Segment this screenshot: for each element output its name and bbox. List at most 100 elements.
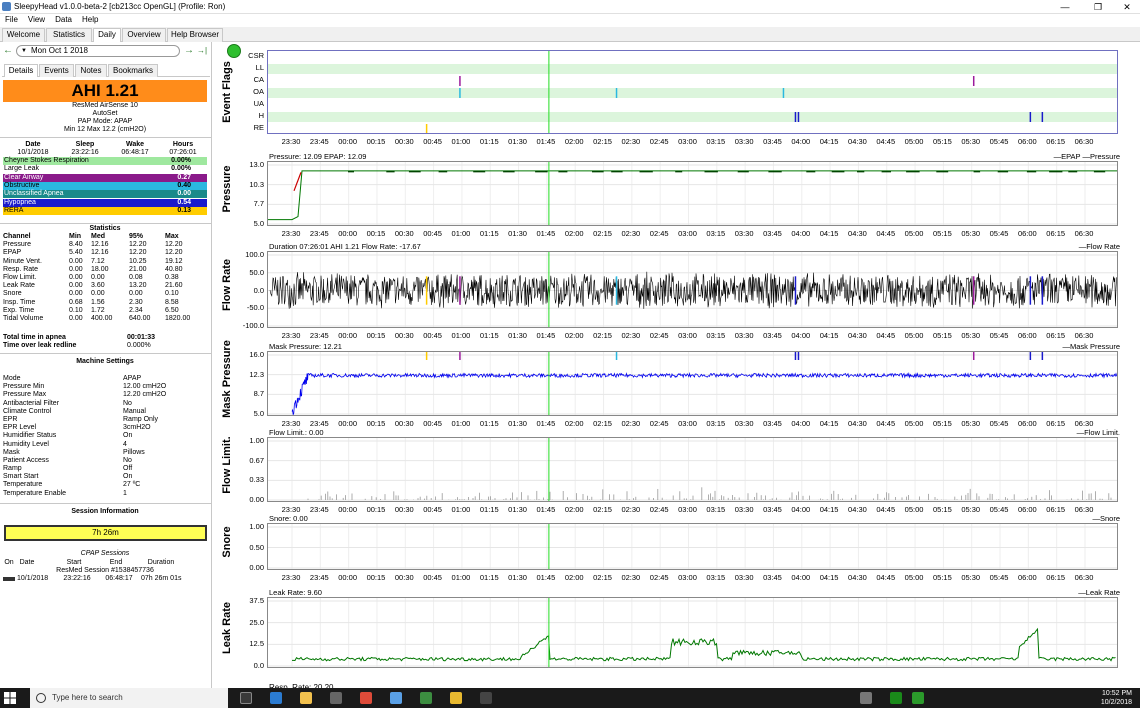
windows-start-icon[interactable]	[4, 692, 16, 704]
chart-panel-mask: Mask Pressure Mask Pressure: 12.21 —Mask P…	[215, 340, 1140, 430]
app-icon-4[interactable]	[480, 692, 492, 704]
time-tick-label: 05:45	[990, 331, 1009, 340]
maximize-button[interactable]: ❐	[1083, 0, 1113, 14]
y-tick-label: 5.0	[253, 219, 264, 228]
session-info-title: Session Information	[71, 508, 139, 515]
menu-view[interactable]: View	[23, 14, 50, 25]
tab-help-browser[interactable]: Help Browser	[167, 28, 223, 42]
machine-setting-row: Antibacterial Filter No	[3, 399, 132, 407]
subtab-details[interactable]: Details	[4, 64, 38, 77]
time-tick-label: 01:15	[480, 573, 499, 582]
app-icon-3[interactable]	[450, 692, 462, 704]
menu-data[interactable]: Data	[50, 14, 77, 25]
time-tick-label: 03:00	[678, 137, 697, 146]
time-tick-label: 01:15	[480, 419, 499, 428]
time-tick-label: 04:45	[876, 229, 895, 238]
time-tick-label: 23:30	[282, 573, 301, 582]
time-tick-label: 04:45	[876, 331, 895, 340]
event-flags-plot[interactable]	[267, 50, 1118, 134]
taskbar-search[interactable]: Type here to search	[30, 688, 228, 708]
date-selector[interactable]: Mon Oct 1 2018	[16, 45, 180, 57]
plot-area[interactable]	[267, 251, 1118, 328]
y-tick-label: 0.33	[249, 475, 264, 485]
time-tick-label: 04:15	[820, 573, 839, 582]
menu-file[interactable]: File	[0, 14, 23, 25]
explorer-icon[interactable]	[300, 692, 312, 704]
subtab-bookmarks[interactable]: Bookmarks	[108, 64, 158, 77]
plot-area[interactable]	[267, 351, 1118, 416]
time-tick-label: 05:30	[961, 419, 980, 428]
plot-area[interactable]	[267, 161, 1118, 226]
panel-label: Leak Rate	[221, 602, 233, 654]
chrome-icon[interactable]	[360, 692, 372, 704]
time-tick-label: 01:00	[452, 137, 471, 146]
sleepyhead-icon[interactable]	[390, 692, 402, 704]
time-tick-label: 04:45	[876, 573, 895, 582]
time-tick-label: 00:00	[338, 331, 357, 340]
tab-daily[interactable]: Daily	[93, 28, 121, 43]
panel-label: Event Flags	[221, 61, 233, 123]
machine-setting-row: Pressure Min 12.00 cmH2O	[3, 383, 167, 391]
prev-day-button[interactable]: ←	[3, 44, 13, 58]
taskbar-clock[interactable]: 10:52 PM 10/2/2018	[1101, 689, 1132, 707]
time-tick-label: 04:00	[791, 573, 810, 582]
time-tick-label: 04:15	[820, 505, 839, 514]
plot-area[interactable]	[267, 597, 1118, 668]
edge-icon[interactable]	[270, 692, 282, 704]
statistics-row: Resp. Rate 0.00 18.00 21.00 40.80	[3, 265, 183, 273]
panel-legend: —Mask Pressure	[1062, 342, 1120, 351]
time-tick-label: 02:30	[621, 229, 640, 238]
machine-setting-row: Temperature Enable 1	[3, 489, 127, 497]
time-tick-label: 02:30	[621, 419, 640, 428]
time-tick-label: 01:45	[537, 505, 556, 514]
app-icon-5[interactable]	[860, 692, 872, 704]
time-axis: 23:30 23:45 00:00 00:15 00:30 00:45 01:00 01:15…	[282, 229, 1094, 238]
app-icon-2[interactable]	[420, 692, 432, 704]
plot-area[interactable]	[267, 437, 1118, 502]
subtab-notes[interactable]: Notes	[75, 64, 107, 77]
session-duration-bar[interactable]: 7h 26m	[4, 525, 207, 541]
y-tick-label: 8.7	[253, 389, 264, 399]
next-day-button[interactable]: →	[184, 44, 194, 58]
time-tick-label: 05:45	[990, 137, 1009, 146]
panel-label: Flow Rate	[221, 259, 233, 311]
time-axis: 23:30 23:45 00:00 00:15 00:30 00:45 01:00 01:15…	[282, 137, 1094, 146]
tab-overview[interactable]: Overview	[122, 28, 166, 42]
time-tick-label: 02:30	[621, 331, 640, 340]
last-day-button[interactable]: →|	[197, 44, 207, 58]
time-tick-label: 00:30	[395, 229, 414, 238]
panel-legend: —EPAP —Pressure	[1053, 152, 1120, 161]
time-tick-label: 03:15	[706, 573, 725, 582]
time-tick-label: 05:15	[933, 419, 952, 428]
statistics-row: Exp. Time 0.10 1.72 2.34 6.50	[3, 306, 179, 314]
time-tick-label: 03:00	[678, 331, 697, 340]
minimize-button[interactable]: —	[1050, 0, 1080, 14]
machine-setting-row: Patient Access No	[3, 456, 132, 464]
subtab-events[interactable]: Events	[39, 64, 74, 77]
time-tick-label: 00:00	[338, 229, 357, 238]
detail-subtabs: Details Events Notes Bookmarks	[2, 64, 210, 77]
time-tick-label: 06:30	[1075, 573, 1094, 582]
time-tick-label: 05:30	[961, 331, 980, 340]
menu-help[interactable]: Help	[77, 14, 103, 25]
time-tick-label: 01:00	[452, 331, 471, 340]
flag-channel-label: OA	[253, 87, 264, 96]
task-view-icon[interactable]	[240, 692, 252, 704]
time-tick-label: 00:00	[338, 505, 357, 514]
time-tick-label: 04:45	[876, 419, 895, 428]
close-button[interactable]: ✕	[1112, 0, 1140, 14]
store-icon[interactable]	[330, 692, 342, 704]
time-tick-label: 02:45	[650, 573, 669, 582]
plot-area[interactable]	[267, 523, 1118, 570]
machine-setting-row: Humidifier Status On	[3, 432, 133, 440]
time-tick-label: 04:15	[820, 419, 839, 428]
time-tick-label: 04:15	[820, 229, 839, 238]
app-icon-7[interactable]	[912, 692, 924, 704]
app-icon-6[interactable]	[890, 692, 902, 704]
tab-welcome[interactable]: Welcome	[2, 28, 45, 42]
y-tick-label: 16.0	[249, 350, 264, 359]
panel-legend: —Leak Rate	[1078, 588, 1120, 597]
tab-statistics[interactable]: Statistics	[46, 28, 92, 42]
main-tabs: Welcome Statistics Daily Overview Help B…	[0, 27, 1140, 43]
chart-panel-flow: Flow Rate Duration 07:26:01 AHI 1.21 Flow…	[215, 242, 1140, 342]
